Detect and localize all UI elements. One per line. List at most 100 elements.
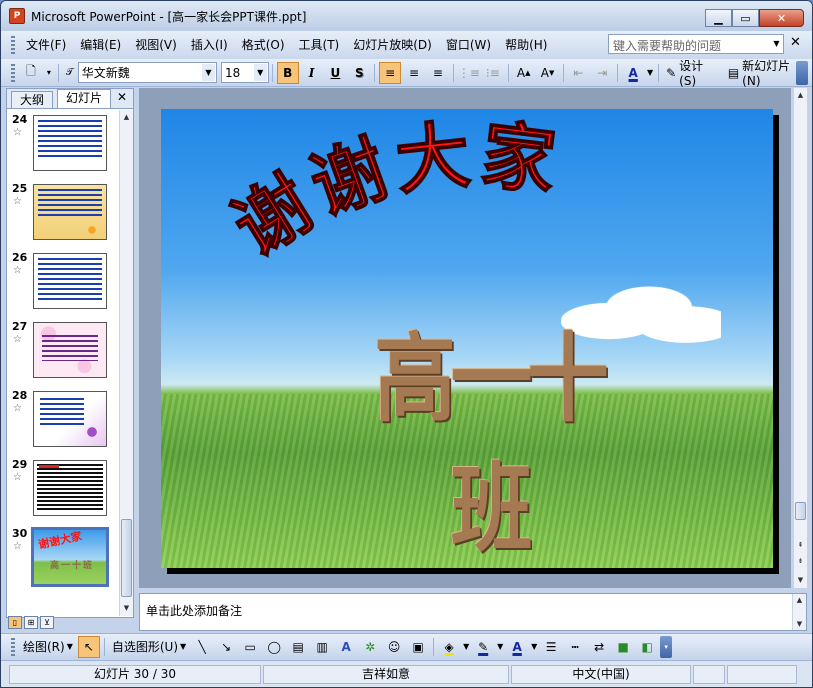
slide-preview[interactable] — [33, 322, 107, 378]
slide-thumbnail-27[interactable]: 27 ☆ — [7, 320, 119, 380]
notes-pane[interactable]: 单击此处添加备注 ▲ ▼ — [139, 593, 807, 631]
align-right-icon[interactable]: ≡ — [427, 62, 449, 84]
increase-indent-icon[interactable]: ⇥ — [591, 62, 613, 84]
slide-thumbnail-24[interactable]: 24 ☆ — [7, 113, 119, 173]
slide-preview[interactable] — [33, 391, 107, 447]
menu-view[interactable]: 视图(V) — [128, 31, 184, 59]
minimize-button[interactable]: ▁ — [705, 9, 732, 27]
slide-thumbnail-29[interactable]: 29 ☆ — [7, 458, 119, 518]
toolbar-overflow-icon[interactable] — [796, 61, 808, 85]
slide-preview-selected[interactable]: 谢谢大家 高一十班 — [31, 527, 109, 587]
document-close-icon[interactable]: ✕ — [790, 35, 801, 50]
scrollbar-thumb[interactable] — [795, 502, 806, 520]
rectangle-icon[interactable]: ▭ — [239, 636, 261, 658]
bullets-icon[interactable]: ⁝≡ — [482, 62, 504, 84]
font-color-dropdown-icon[interactable]: ▼ — [530, 636, 538, 658]
oval-icon[interactable]: ◯ — [263, 636, 285, 658]
shadow-button[interactable]: S — [348, 62, 370, 84]
increase-font-icon[interactable]: A ▲ — [513, 62, 535, 84]
dash-style-icon[interactable]: ┅ — [564, 636, 586, 658]
slide-thumbnail-30[interactable]: 30 ☆ 谢谢大家 高一十班 — [7, 527, 119, 587]
vertical-text-box-icon[interactable]: ▥ — [311, 636, 333, 658]
autoshapes-button[interactable]: 自选图形(U) ▼ — [108, 638, 190, 655]
font-color-icon[interactable]: A — [506, 636, 528, 658]
font-color-dropdown-icon[interactable]: ▼ — [646, 62, 654, 84]
tab-slides[interactable]: 幻灯片 — [57, 89, 112, 108]
font-color-icon[interactable]: A — [622, 62, 644, 84]
close-button[interactable]: ✕ — [759, 9, 804, 27]
fill-color-dropdown-icon[interactable]: ▼ — [462, 636, 470, 658]
decrease-font-icon[interactable]: A ▼ — [537, 62, 559, 84]
menu-window[interactable]: 窗口(W) — [439, 31, 498, 59]
new-document-icon[interactable]: 🗋 — [20, 62, 42, 84]
line-color-dropdown-icon[interactable]: ▼ — [496, 636, 504, 658]
arrow-style-icon[interactable]: ⇄ — [588, 636, 610, 658]
slide-thumbnail-26[interactable]: 26 ☆ — [7, 251, 119, 311]
toolbar-grip-icon[interactable] — [11, 63, 15, 82]
fill-color-icon[interactable]: ◈ — [438, 636, 460, 658]
slide-thumbnail-28[interactable]: 28 ☆ — [7, 389, 119, 449]
scroll-up-icon[interactable]: ▲ — [793, 594, 806, 606]
wordart-icon[interactable]: A — [335, 636, 357, 658]
toolbar-overflow-icon[interactable]: ▾ — [660, 635, 673, 658]
picture-icon[interactable]: ▣ — [407, 636, 429, 658]
slide-thumbnail-25[interactable]: 25 ☆ — [7, 182, 119, 242]
align-center-icon[interactable]: ≡ — [403, 62, 425, 84]
scroll-down-icon[interactable]: ▼ — [120, 601, 133, 616]
notes-scrollbar[interactable]: ▲ ▼ — [792, 594, 806, 630]
scroll-down-icon[interactable]: ▼ — [793, 618, 806, 630]
italic-button[interactable]: I — [301, 62, 323, 84]
chevron-down-icon[interactable]: ▼ — [253, 64, 267, 81]
pane-close-icon[interactable]: ✕ — [117, 90, 127, 104]
menu-insert[interactable]: 插入(I) — [184, 31, 235, 59]
slides-pane-scrollbar[interactable]: ▲ ▼ — [119, 110, 133, 616]
design-button[interactable]: ✎ 设计(S) — [662, 57, 724, 88]
menu-edit[interactable]: 编辑(E) — [73, 31, 128, 59]
normal-view-icon[interactable]: ▯ — [8, 616, 22, 629]
menu-file[interactable]: 文件(F) — [19, 31, 73, 59]
next-slide-icon[interactable]: ⇟ — [794, 554, 807, 569]
scroll-down-icon[interactable]: ▼ — [794, 573, 807, 588]
toolbar-options-icon[interactable]: ▾ — [44, 62, 54, 84]
help-dropdown-icon[interactable]: ▼ — [770, 35, 783, 53]
menu-slideshow[interactable]: 幻灯片放映(D) — [346, 31, 439, 59]
tab-outline[interactable]: 大纲 — [11, 91, 54, 108]
slide-preview[interactable] — [33, 184, 107, 240]
help-search-input[interactable]: 键入需要帮助的问题 — [608, 34, 784, 54]
select-pointer-icon[interactable]: ↖ — [77, 635, 100, 658]
current-slide[interactable]: 谢谢大家 高一十班 — [161, 109, 773, 568]
line-style-icon[interactable]: ☰ — [540, 636, 562, 658]
line-icon[interactable]: ╲ — [191, 636, 213, 658]
draw-menu-button[interactable]: 绘图(R) ▼ — [19, 638, 77, 655]
slide-area-scrollbar[interactable]: ▲ ⇞ ⇟ ▼ — [793, 88, 807, 588]
menu-format[interactable]: 格式(O) — [235, 31, 292, 59]
line-color-icon[interactable]: ✎ — [472, 636, 494, 658]
slide-preview[interactable] — [33, 115, 107, 171]
powerpoint-app-icon[interactable]: P — [9, 8, 25, 24]
menubar-grip-icon[interactable] — [11, 36, 15, 54]
scroll-up-icon[interactable]: ▲ — [794, 88, 807, 103]
bold-button[interactable]: B — [276, 61, 299, 84]
scrollbar-thumb[interactable] — [121, 519, 132, 597]
3d-style-icon[interactable]: ◧ — [636, 636, 658, 658]
previous-slide-icon[interactable]: ⇞ — [794, 538, 807, 553]
decrease-indent-icon[interactable]: ⇤ — [568, 62, 590, 84]
drawbar-grip-icon[interactable] — [11, 637, 15, 656]
slide-sorter-icon[interactable]: ⊞ — [24, 616, 38, 629]
menu-help[interactable]: 帮助(H) — [498, 31, 554, 59]
menu-tools[interactable]: 工具(T) — [292, 31, 347, 59]
chevron-down-icon[interactable]: ▼ — [201, 64, 215, 81]
font-name-select[interactable]: 华文新魏 ▼ — [77, 62, 217, 83]
maximize-button[interactable]: ▭ — [732, 9, 759, 27]
font-size-select[interactable]: 18 ▼ — [220, 62, 269, 83]
shadow-style-icon[interactable]: ■ — [612, 636, 634, 658]
diagram-icon[interactable]: ✲ — [359, 636, 381, 658]
clip-art-icon[interactable]: ☺ — [383, 636, 405, 658]
arrow-icon[interactable]: ↘ — [215, 636, 237, 658]
align-left-icon[interactable]: ≡ — [379, 61, 402, 84]
text-box-icon[interactable]: ▤ — [287, 636, 309, 658]
slideshow-icon[interactable]: ⊻ — [40, 616, 54, 629]
scroll-up-icon[interactable]: ▲ — [120, 110, 133, 125]
numbering-icon[interactable]: ⋮≡ — [458, 62, 480, 84]
slide-preview[interactable] — [33, 253, 107, 309]
